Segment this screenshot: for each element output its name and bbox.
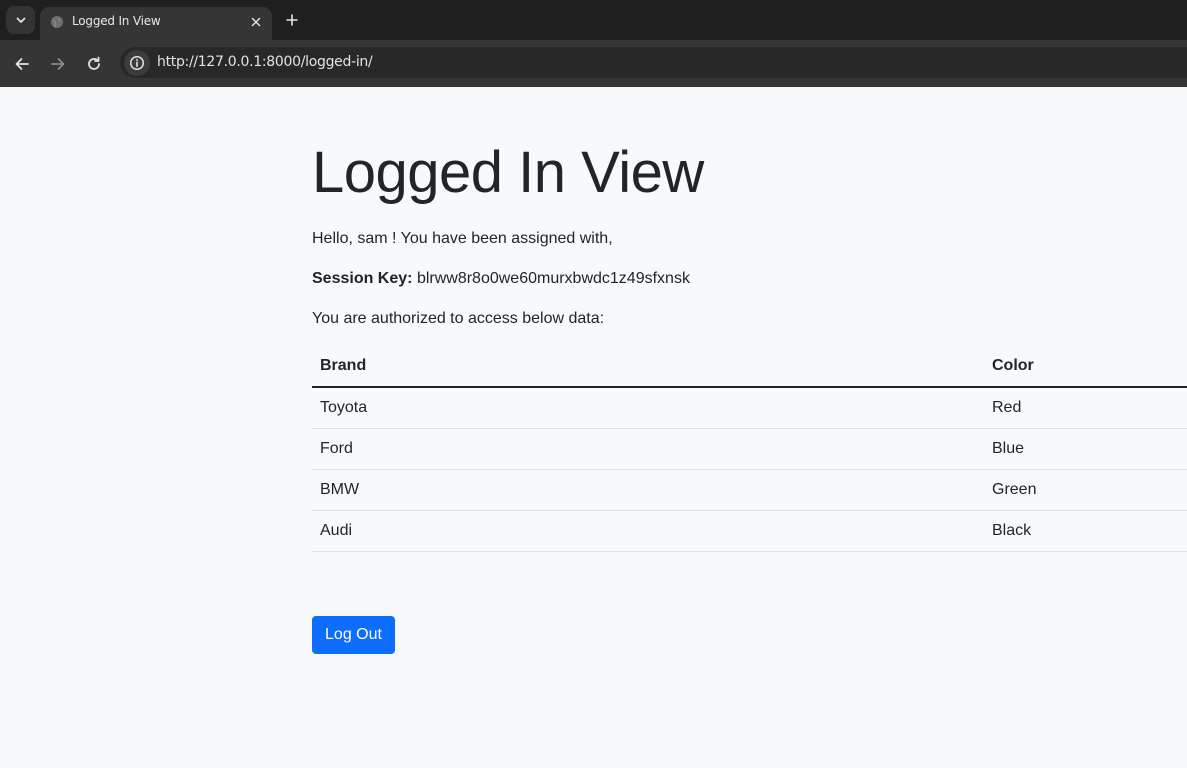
session-key-value: blrww8r8o0we60murxbwdc1z49sfxnsk xyxy=(416,270,690,287)
session-key-line: Session Key: blrww8r8o0we60murxbwdc1z49s… xyxy=(312,270,690,288)
page-title: Logged In View xyxy=(312,140,704,205)
new-tab-button[interactable] xyxy=(282,10,302,30)
greeting-text: Hello, sam ! You have been assigned with… xyxy=(312,230,613,247)
cell-color: Green xyxy=(984,469,1187,511)
cell-color: Blue xyxy=(984,428,1187,470)
authorized-text: You are authorized to access below data: xyxy=(312,310,605,327)
table-row: BMW Green xyxy=(312,469,1187,511)
table-row: Audi Black xyxy=(312,510,1187,552)
globe-icon xyxy=(51,16,63,28)
car-table: Brand Color Toyota Red Ford Blue BMW Gre… xyxy=(312,346,1187,552)
arrow-left-icon xyxy=(15,58,29,70)
tab-title: Logged In View xyxy=(72,14,161,28)
site-info-button[interactable] xyxy=(124,50,150,76)
back-button[interactable] xyxy=(10,52,34,76)
reload-button[interactable] xyxy=(82,52,106,76)
table-row: Ford Blue xyxy=(312,428,1187,470)
cell-color: Black xyxy=(984,510,1187,552)
forward-button[interactable] xyxy=(46,52,70,76)
url-text[interactable]: http://127.0.0.1:8000/logged-in/ xyxy=(157,54,373,70)
browser-tab-bar: Logged In View xyxy=(0,0,1187,40)
reload-icon xyxy=(88,56,100,70)
chevron-down-icon xyxy=(16,17,25,23)
column-header-color: Color xyxy=(984,346,1187,388)
plus-icon xyxy=(286,14,298,26)
cell-brand: BMW xyxy=(312,469,984,511)
table-row: Toyota Red xyxy=(312,387,1187,429)
browser-tab[interactable]: Logged In View xyxy=(40,7,272,40)
cell-color: Red xyxy=(984,387,1187,429)
arrow-right-icon xyxy=(51,58,65,70)
cell-brand: Toyota xyxy=(312,387,984,429)
session-key-label: Session Key: xyxy=(312,270,413,287)
cell-brand: Audi xyxy=(312,510,984,552)
logout-button[interactable]: Log Out xyxy=(312,616,395,654)
cell-brand: Ford xyxy=(312,428,984,470)
page-content: Logged In View Hello, sam ! You have bee… xyxy=(0,87,1187,768)
close-icon xyxy=(251,17,261,27)
tab-close-button[interactable] xyxy=(248,14,264,30)
tab-search-button[interactable] xyxy=(6,6,35,34)
column-header-brand: Brand xyxy=(312,346,984,388)
info-icon xyxy=(129,55,145,71)
table-header-row: Brand Color xyxy=(312,346,1187,388)
browser-toolbar: http://127.0.0.1:8000/logged-in/ xyxy=(0,40,1187,87)
address-bar[interactable]: http://127.0.0.1:8000/logged-in/ xyxy=(120,47,1187,78)
